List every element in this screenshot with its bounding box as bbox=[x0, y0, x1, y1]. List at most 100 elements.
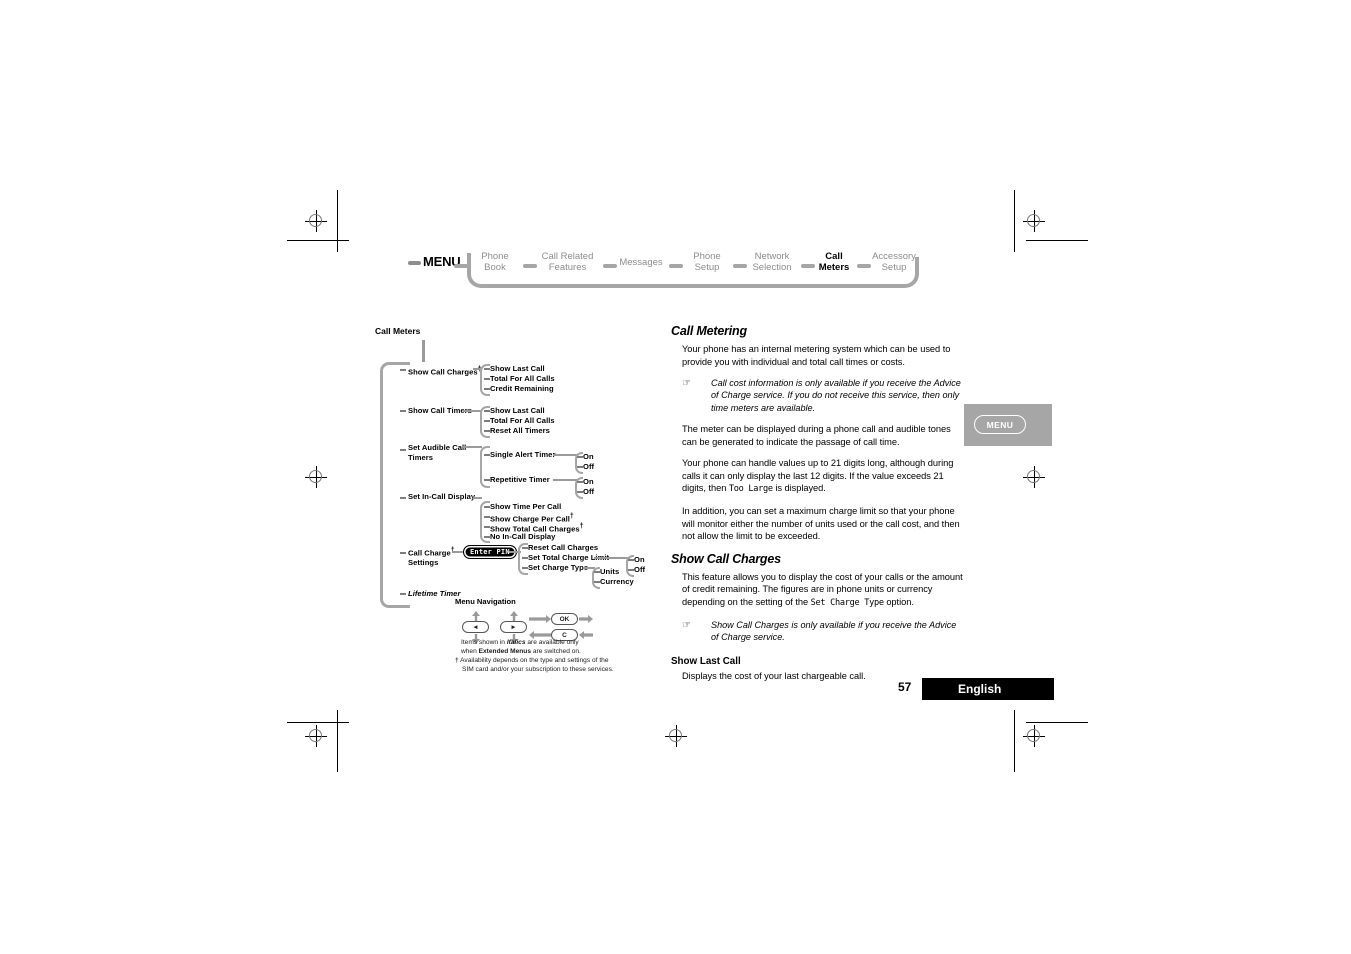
menu-navigation-legend: Menu Navigation ◄ ► OK C Items shown in … bbox=[455, 597, 670, 673]
breadcrumb-phone-setup[interactable]: Phone Setup bbox=[683, 251, 731, 273]
tree-tick bbox=[400, 410, 406, 412]
menu-breadcrumb-bar: MENU Phone Book Call Related Features Me… bbox=[405, 246, 925, 294]
registration-mark-top-right bbox=[1023, 210, 1045, 232]
language-label: English bbox=[958, 682, 1002, 696]
nav-key-right[interactable]: ► bbox=[500, 621, 527, 633]
breadcrumb-line2: Setup bbox=[881, 262, 907, 273]
tree-node-set-in-call-display[interactable]: Set In-Call Display bbox=[408, 492, 475, 502]
note-text: Call cost information is only available … bbox=[711, 378, 961, 413]
breadcrumb-call-related-features[interactable]: Call Related Features bbox=[535, 251, 600, 273]
tree-branch-line bbox=[553, 479, 578, 481]
crop-line-left-vertical bbox=[337, 190, 338, 252]
breadcrumb-network-selection[interactable]: Network Selection bbox=[743, 251, 801, 273]
heading-show-last-call: Show Last Call bbox=[671, 656, 741, 668]
tree-leaf-show-last-call[interactable]: Show Last Call bbox=[490, 364, 545, 374]
legend-italics-note: Items shown in Italics are available onl… bbox=[461, 639, 666, 656]
language-bar: English bbox=[922, 678, 1054, 700]
breadcrumb-messages[interactable]: Messages bbox=[615, 257, 667, 268]
crop-line-left-vertical-bottom bbox=[337, 710, 338, 772]
breadcrumb-call-meters[interactable]: Call Meters bbox=[811, 251, 857, 273]
registration-mark-bottom-center bbox=[665, 725, 687, 747]
tree-leaf-off[interactable]: Off bbox=[583, 487, 594, 497]
tree-leaf-repetitive-timer[interactable]: Repetitive Timer bbox=[490, 475, 550, 485]
tree-leaf-on[interactable]: On bbox=[634, 555, 645, 565]
pointing-hand-icon: ☞ bbox=[682, 619, 691, 631]
legend-footnote-line2: SIM card and/or your subscription to the… bbox=[462, 665, 614, 673]
tree-node-call-charge-settings[interactable]: Call Charge† Settings bbox=[408, 546, 455, 568]
tree-node-lifetime-timer[interactable]: Lifetime Timer bbox=[408, 589, 460, 599]
menu-navigation-title: Menu Navigation bbox=[455, 597, 516, 606]
nav-key-ok[interactable]: OK bbox=[551, 613, 578, 625]
nav-key-left[interactable]: ◄ bbox=[462, 621, 489, 633]
breadcrumb-line1: Phone bbox=[481, 251, 509, 262]
nav-arrow-left-icon bbox=[529, 631, 551, 639]
nav-arrow-right-icon bbox=[529, 615, 551, 623]
diagram-title: Call Meters bbox=[375, 326, 421, 336]
nav-arrow-right-icon bbox=[579, 615, 593, 623]
registration-mark-mid-right bbox=[1023, 466, 1045, 488]
pointing-hand-icon: ☞ bbox=[682, 378, 691, 390]
tree-leaf-reset-all-timers[interactable]: Reset All Timers bbox=[490, 426, 550, 436]
tree-leaf-credit-remaining[interactable]: Credit Remaining bbox=[490, 384, 554, 394]
tree-leaf-off[interactable]: Off bbox=[583, 462, 594, 472]
tree-leaf-no-in-call-display[interactable]: No In-Call Display bbox=[490, 532, 555, 542]
paragraph-meter-display: The meter can be displayed during a phon… bbox=[682, 424, 951, 447]
crop-line-right-horizontal bbox=[1026, 240, 1088, 241]
page-number: 57 bbox=[898, 680, 912, 694]
manual-page: MENU Phone Book Call Related Features Me… bbox=[0, 0, 1351, 954]
side-menu-pill: MENU bbox=[974, 415, 1026, 434]
tree-leaf-reset-call-charges[interactable]: Reset Call Charges bbox=[528, 543, 598, 553]
footnote-dagger-marker: † bbox=[455, 657, 459, 664]
legend-footnote-line1: † Availability depends on the type and s… bbox=[455, 657, 609, 664]
tree-branch-line bbox=[463, 446, 482, 448]
paragraph-intro: Your phone has an internal metering syst… bbox=[682, 344, 951, 367]
registration-mark-mid-left bbox=[305, 466, 327, 488]
tree-leaf-single-alert-timer[interactable]: Single Alert Timer bbox=[490, 450, 555, 460]
breadcrumb-line1: Phone bbox=[693, 251, 721, 262]
paragraph-digit-limits: Your phone can handle values up to 21 di… bbox=[671, 457, 963, 496]
tree-leaf-on[interactable]: On bbox=[583, 477, 594, 487]
menu-connector bbox=[454, 264, 468, 268]
article-content: Call Metering Your phone has an internal… bbox=[671, 324, 963, 692]
heading-call-metering: Call Metering bbox=[671, 324, 747, 338]
tree-leaf-units[interactable]: Units bbox=[600, 567, 619, 577]
tree-leaf-off[interactable]: Off bbox=[634, 565, 645, 575]
tree-leaf-show-last-call[interactable]: Show Last Call bbox=[490, 406, 545, 416]
breadcrumb-line2: Features bbox=[548, 262, 587, 273]
paragraph-show-call-charges-part2: option. bbox=[883, 597, 914, 608]
tree-leaf-total-for-all-calls[interactable]: Total For All Calls bbox=[490, 374, 555, 384]
menu-connector bbox=[669, 264, 683, 268]
legend-footnote: † Availability depends on the type and s… bbox=[455, 657, 667, 674]
dagger-marker: † bbox=[569, 513, 574, 520]
tree-leaf-on[interactable]: On bbox=[583, 452, 594, 462]
note-call-cost-information: ☞ Call cost information is only availabl… bbox=[671, 377, 963, 414]
crop-line-right-horizontal-bottom bbox=[1026, 722, 1088, 723]
paragraph-digit-limits-part2: is displayed. bbox=[772, 483, 826, 494]
crop-line-right-vertical bbox=[1014, 190, 1015, 252]
tree-spine-main bbox=[380, 362, 410, 608]
tree-leaf-set-charge-type[interactable]: Set Charge Type bbox=[528, 563, 588, 573]
tree-tick bbox=[400, 593, 406, 595]
tree-branch-line bbox=[553, 454, 578, 456]
registration-mark-bottom-right bbox=[1023, 725, 1045, 747]
paragraph-charge-limit: In addition, you can set a maximum charg… bbox=[682, 506, 960, 542]
tree-leaf-total-for-all-calls[interactable]: Total For All Calls bbox=[490, 416, 555, 426]
breadcrumb-line1: Call bbox=[825, 251, 843, 262]
breadcrumb-phone-book[interactable]: Phone Book bbox=[471, 251, 519, 273]
breadcrumb-accessory-setup[interactable]: Accessory Setup bbox=[867, 251, 921, 273]
tree-leaf-show-time-per-call[interactable]: Show Time Per Call bbox=[490, 502, 561, 512]
crop-line-right-vertical-bottom bbox=[1014, 710, 1015, 772]
side-menu-tab[interactable]: MENU bbox=[964, 404, 1052, 446]
breadcrumb-line1: Call Related bbox=[541, 251, 594, 262]
tree-node-line2: Timers bbox=[408, 452, 434, 462]
tree-node-set-audible-call-timers[interactable]: Set Audible Call Timers bbox=[408, 443, 466, 462]
breadcrumb-line2: Setup bbox=[694, 262, 720, 273]
tree-node-show-call-charges[interactable]: Show Call Charges† bbox=[408, 365, 482, 377]
tree-tick bbox=[400, 369, 406, 371]
crop-line-left-horizontal-bottom bbox=[287, 722, 349, 723]
nav-arrow-up-icon bbox=[472, 611, 480, 621]
tree-leaf-currency[interactable]: Currency bbox=[600, 577, 634, 587]
registration-mark-bottom-left bbox=[305, 725, 327, 747]
tree-branch-line bbox=[473, 497, 482, 499]
lcd-text-set-charge-type: Set Charge Type bbox=[810, 598, 884, 609]
